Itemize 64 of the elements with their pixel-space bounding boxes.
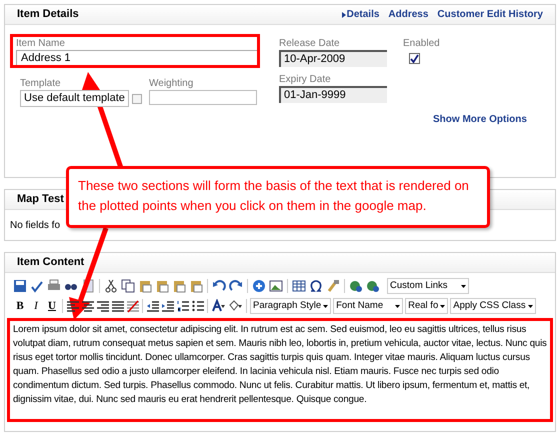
cut-icon[interactable] <box>104 279 118 293</box>
show-more-options-link[interactable]: Show More Options <box>433 112 527 127</box>
caret-icon <box>323 304 328 308</box>
body-text: Lorem ipsum dolor sit amet, consectetur adipiscing elit. In rutrum est ac sem. Sed euismod, leo eu sagittis ultrices, tellus risus volutpat diam, rutrum consequat metus sapien et sem. Mauris nibh leo, lobortis in, pretium vehicula, auctor vitae, lectus. Nunc quis risus eget tortor mollis tincidunt. Donec ullamcorper. Cras sagittis turpis quis quam. Integer vitae mauris. Aliquam luctus cursus quam. Phasellus sed odio a justo ullamcorper eleifend. In lacinia vehicula nisl. Etiam mauris. Fusce nec turpis sed odio condimentum dictum. Sed turpis. Phasellus commodo. Nunc ut felis. Curabitur mattis. Ut libero ipsum, fermentum et, mattis et, dignissim vitae, dui. Nunc sed mauris eu erat hendrerit pellentesque. Quisque congue. <box>13 323 547 407</box>
paste-icon[interactable] <box>138 279 152 293</box>
omega-icon[interactable] <box>309 279 323 293</box>
clear-format-icon[interactable] <box>126 299 139 313</box>
nav-link[interactable]: Details <box>342 7 380 22</box>
align-center-icon[interactable] <box>81 299 94 313</box>
spell-check-icon[interactable] <box>30 279 44 293</box>
field-label: Item Name <box>16 38 66 50</box>
globe-icon[interactable] <box>349 279 363 293</box>
panel-title: Item Details <box>17 7 79 22</box>
paste-icon[interactable] <box>189 279 203 293</box>
expiry-date-field[interactable]: 01-Jan-9999 <box>279 86 387 103</box>
justify-icon[interactable] <box>111 299 124 313</box>
align-right-icon[interactable] <box>96 299 109 313</box>
indent-icon[interactable] <box>161 299 174 313</box>
toolbar-dropdown[interactable]: Real fo <box>405 298 448 314</box>
field-label: Enabled <box>403 38 440 50</box>
toolbar-dropdown[interactable]: Custom Links <box>387 278 469 294</box>
checkbox[interactable] <box>132 94 142 104</box>
format-button[interactable]: I <box>29 298 43 314</box>
panel-title: Map Test <box>17 192 64 208</box>
table-icon[interactable] <box>292 279 306 293</box>
callout-text: These two sections will form the basis of the text that is rendered on the plotted points when you click on them in the google map. <box>78 177 470 215</box>
globe-icon[interactable] <box>366 279 380 293</box>
template-dropdown[interactable]: Use default template <box>20 90 129 107</box>
fill-color-icon[interactable] <box>228 299 243 313</box>
outdent-icon[interactable] <box>146 299 159 313</box>
nav-link[interactable]: Customer Edit History <box>437 7 543 22</box>
plus-icon[interactable] <box>252 279 266 293</box>
copy-icon[interactable] <box>121 279 135 293</box>
image-icon[interactable] <box>269 279 283 293</box>
font-color-icon[interactable] <box>211 299 226 313</box>
field-label: Release Date <box>279 38 341 50</box>
numbered-list-icon[interactable] <box>176 299 189 313</box>
align-left-icon[interactable] <box>66 299 79 313</box>
editor-area[interactable] <box>7 318 553 422</box>
toolbar-dropdown[interactable]: Font Name <box>333 298 404 314</box>
paste-icon[interactable] <box>155 279 169 293</box>
field-label: Template <box>20 78 62 90</box>
weighting-field[interactable] <box>149 90 257 105</box>
toolbar-dropdown[interactable]: Paragraph Style <box>250 298 332 314</box>
field-label: Weighting <box>149 78 194 90</box>
undo-icon[interactable] <box>212 279 226 293</box>
caret-icon <box>440 304 446 308</box>
format-button[interactable]: B <box>13 298 27 314</box>
caret-icon <box>395 304 400 308</box>
caret-icon <box>528 304 533 308</box>
redo-icon[interactable] <box>229 279 243 293</box>
nav-link[interactable]: Address <box>388 7 428 22</box>
paste-icon[interactable] <box>172 279 186 293</box>
enabled-checkbox[interactable] <box>409 53 420 64</box>
message-text: No fields fo <box>10 219 60 233</box>
field-label: Expiry Date <box>279 74 332 86</box>
caret-icon <box>461 284 466 288</box>
toolbar-dropdown[interactable]: Apply CSS Class <box>450 298 536 314</box>
release-date-field[interactable]: 10-Apr-2009 <box>279 50 387 67</box>
save-icon[interactable] <box>13 279 27 293</box>
format-button[interactable]: U <box>45 298 59 314</box>
triangle-icon <box>342 12 346 18</box>
panel-title: Item Content <box>17 255 84 270</box>
bullet-list-icon[interactable] <box>191 299 204 313</box>
